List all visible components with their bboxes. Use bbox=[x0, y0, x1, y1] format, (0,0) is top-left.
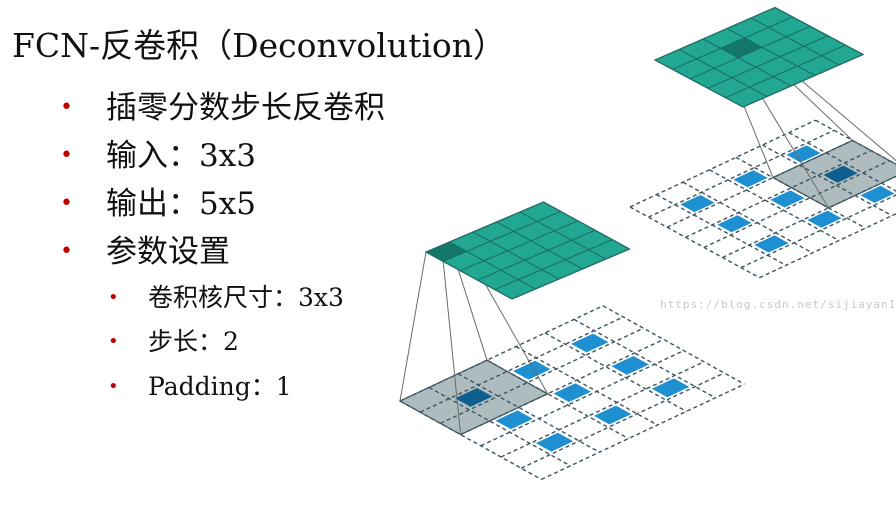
input-cell bbox=[513, 360, 551, 380]
padded-input-grid bbox=[398, 305, 745, 481]
deconv-figure-step-1 bbox=[398, 201, 745, 481]
projection-line bbox=[399, 251, 427, 402]
input-cell bbox=[535, 432, 574, 452]
output-grid bbox=[653, 6, 865, 108]
input-cell bbox=[611, 356, 649, 375]
padded-input-grid bbox=[629, 119, 896, 279]
input-cell bbox=[717, 215, 752, 233]
input-cell bbox=[651, 378, 690, 398]
deconvolution-diagram bbox=[398, 6, 896, 481]
input-grid-line bbox=[573, 318, 716, 399]
input-cell bbox=[571, 333, 609, 353]
watermark-url: https://blog.csdn.net/sijiayan123 bbox=[660, 298, 896, 311]
input-grid-line bbox=[520, 372, 725, 469]
output-grid bbox=[424, 201, 631, 300]
input-cell bbox=[553, 383, 591, 402]
input-cell bbox=[770, 190, 805, 208]
input-cell bbox=[754, 235, 789, 253]
input-cell bbox=[680, 195, 715, 213]
input-grid-line bbox=[656, 193, 787, 266]
input-cell bbox=[807, 210, 842, 228]
input-cell bbox=[733, 170, 768, 188]
deconv-figure-step-2 bbox=[629, 6, 896, 279]
input-cell bbox=[593, 405, 632, 425]
